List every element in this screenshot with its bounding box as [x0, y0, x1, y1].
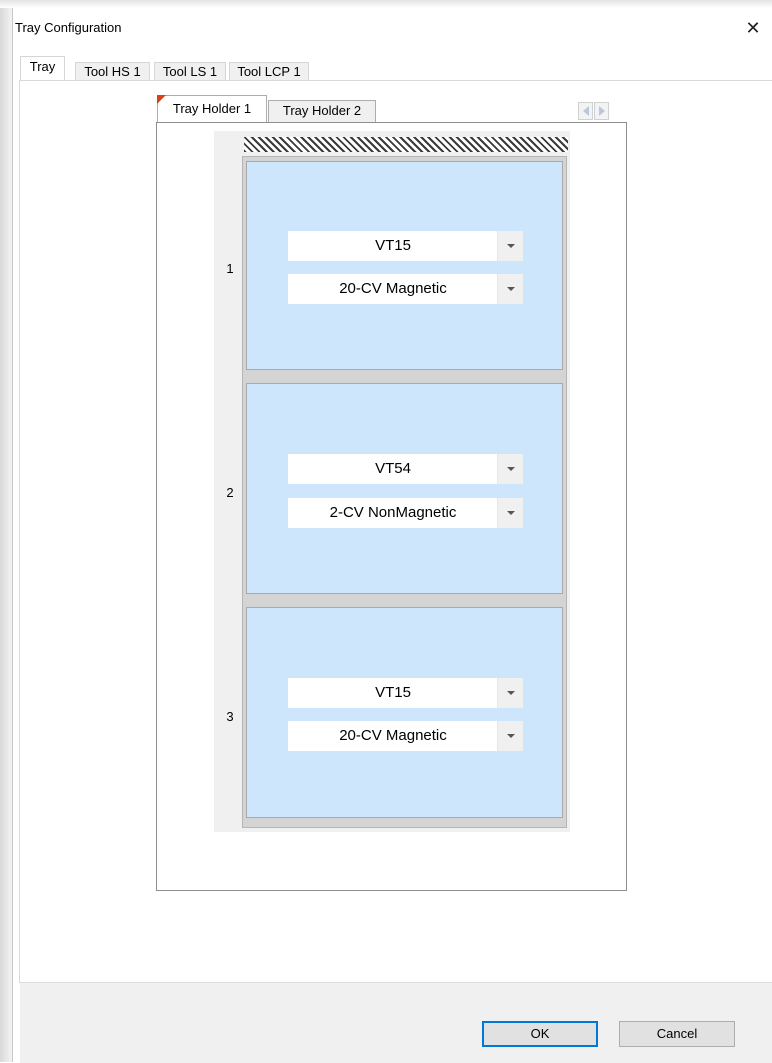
window-title: Tray Configuration — [15, 20, 122, 35]
tab-tray-holder-1[interactable]: Tray Holder 1 — [157, 95, 267, 122]
active-tab-marker — [157, 95, 166, 104]
chevron-down-icon[interactable] — [497, 274, 523, 304]
tray-slot-1 — [246, 161, 563, 370]
chevron-down-icon[interactable] — [497, 678, 523, 708]
slot-3-type-dropdown[interactable]: VT15 — [288, 678, 523, 708]
cancel-button[interactable]: Cancel — [619, 1021, 735, 1047]
ok-button[interactable]: OK — [482, 1021, 598, 1047]
slot-number: 2 — [226, 485, 234, 500]
slot-2-type-dropdown[interactable]: VT54 — [288, 454, 523, 484]
chevron-down-icon[interactable] — [497, 231, 523, 261]
slot-number: 1 — [226, 261, 234, 276]
dropdown-value: 2-CV NonMagnetic — [329, 504, 457, 521]
slot-3-mode-dropdown[interactable]: 20-CV Magnetic — [288, 721, 523, 751]
tab-tool-ls-1[interactable]: Tool LS 1 — [154, 62, 226, 82]
tab-tray-holder-2[interactable]: Tray Holder 2 — [268, 100, 376, 122]
chevron-right-icon[interactable] — [594, 102, 609, 120]
tray-slot-3 — [246, 607, 563, 818]
window-shadow-top — [0, 0, 772, 8]
dropdown-value: 20-CV Magnetic — [339, 280, 447, 297]
dropdown-value: VT15 — [375, 237, 411, 254]
slot-1-type-dropdown[interactable]: VT15 — [288, 231, 523, 261]
chevron-down-icon[interactable] — [497, 454, 523, 484]
dropdown-value: 20-CV Magnetic — [339, 727, 447, 744]
chevron-down-icon[interactable] — [497, 721, 523, 751]
slot-2-mode-dropdown[interactable]: 2-CV NonMagnetic — [288, 498, 523, 528]
tab-tool-hs-1[interactable]: Tool HS 1 — [75, 62, 150, 82]
chevron-left-icon[interactable] — [578, 102, 593, 120]
slot-1-mode-dropdown[interactable]: 20-CV Magnetic — [288, 274, 523, 304]
chevron-down-icon[interactable] — [497, 498, 523, 528]
tab-tray[interactable]: Tray — [20, 56, 65, 82]
close-icon[interactable]: ✕ — [742, 17, 764, 39]
slot-number: 3 — [226, 709, 234, 724]
dropdown-value: VT15 — [375, 684, 411, 701]
tab-tool-lcp-1[interactable]: Tool LCP 1 — [229, 62, 309, 82]
dropdown-value: VT54 — [375, 460, 411, 477]
window-shadow-left — [0, 0, 12, 1062]
tray-hatch-bar — [244, 137, 568, 152]
tray-slot-2 — [246, 383, 563, 594]
